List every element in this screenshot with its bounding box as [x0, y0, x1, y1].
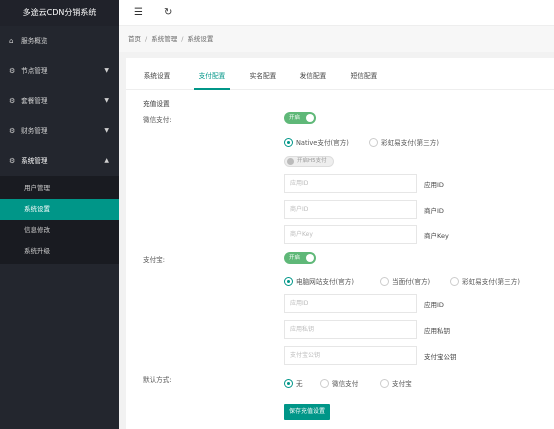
wechat-pay-switch[interactable]: 开启: [284, 112, 316, 124]
radio-label: 彩虹易支付(第三方): [462, 278, 520, 286]
default-option-alipay[interactable]: 支付宝: [380, 378, 412, 388]
brand-title: 多途云CDN分销系统: [0, 0, 119, 26]
wechat-merchant-id-label: 商户ID: [424, 207, 444, 215]
wechat-merchant-id-input[interactable]: 商户ID: [284, 200, 417, 219]
settings-card: 系统设置 支付配置 实名配置 发信配置 短信配置 充值设置 微信支付: 开启 N…: [126, 58, 554, 429]
radio-label: Native支付(官方): [296, 139, 349, 147]
sidebar-subitem-profile[interactable]: 信息修改: [0, 220, 119, 241]
alipay-switch[interactable]: 开启: [284, 252, 316, 264]
breadcrumb: 首页 / 系统管理 / 系统设置: [119, 26, 554, 52]
tab-mail-config[interactable]: 发信配置: [295, 58, 331, 90]
gear-icon: ⚙: [9, 67, 16, 75]
switch-label: 开启: [289, 255, 301, 261]
alipay-public-key-input[interactable]: 支付宝公钥: [284, 346, 417, 365]
wechat-app-id-label: 应用ID: [424, 181, 444, 189]
wechat-h5-switch[interactable]: 开启H5支付: [284, 156, 334, 167]
alipay-public-key-label: 支付宝公钥: [424, 353, 457, 361]
tab-payment-config[interactable]: 支付配置: [194, 58, 230, 90]
sidebar-subitem-upgrade[interactable]: 系统升级: [0, 241, 119, 262]
alipay-option-website[interactable]: 电脑网站支付(官方): [284, 276, 354, 286]
default-method-label: 默认方式:: [143, 376, 172, 384]
alipay-option-rainbow[interactable]: 彩虹易支付(第三方): [450, 276, 520, 286]
radio-label: 无: [296, 380, 303, 388]
tab-sms-config[interactable]: 短信配置: [346, 58, 382, 90]
sidebar-subitem-users[interactable]: 用户管理: [0, 178, 119, 199]
tab-bar: 系统设置 支付配置 实名配置 发信配置 短信配置: [126, 58, 554, 90]
save-payment-settings-button[interactable]: 保存充值设置: [284, 404, 331, 420]
alipay-private-key-input[interactable]: 应用私钥: [284, 320, 417, 339]
switch-label: 开启: [289, 115, 301, 121]
sidebar-submenu: 用户管理 系统设置 信息修改 系统升级: [0, 176, 119, 264]
gear-icon: ⚙: [9, 97, 16, 105]
gear-icon: ⚙: [9, 157, 16, 165]
section-title: 充值设置: [143, 100, 170, 108]
sidebar-item-label: 节点管理: [21, 67, 48, 75]
tab-system-settings[interactable]: 系统设置: [139, 58, 175, 90]
sidebar-item-system[interactable]: ⚙ 系统管理 ▲: [0, 146, 119, 176]
switch-label: 开启H5支付: [297, 158, 327, 164]
menu-toggle-icon[interactable]: ☰: [134, 0, 143, 26]
wechat-merchant-key-label: 商户Key: [424, 232, 449, 240]
radio-label: 支付宝: [392, 380, 412, 388]
default-option-none[interactable]: 无: [284, 378, 303, 388]
sidebar-item-packages[interactable]: ⚙ 套餐管理 ▼: [0, 86, 119, 116]
top-header: ☰ ↻: [119, 0, 554, 26]
wechat-merchant-key-input[interactable]: 商户Key: [284, 225, 417, 244]
radio-label: 电脑网站支付(官方): [296, 278, 354, 286]
sidebar-item-finance[interactable]: ⚙ 财务管理 ▼: [0, 116, 119, 146]
sidebar-item-overview[interactable]: ⌂ 服务概览: [0, 26, 119, 56]
wechat-option-native[interactable]: Native支付(官方): [284, 137, 349, 147]
sidebar-subitem-settings[interactable]: 系统设置: [0, 199, 119, 220]
radio-label: 微信支付: [332, 380, 359, 388]
chevron-down-icon: ▼: [104, 127, 109, 134]
home-icon: ⌂: [9, 37, 14, 45]
sidebar-item-nodes[interactable]: ⚙ 节点管理 ▼: [0, 56, 119, 86]
chevron-down-icon: ▼: [104, 67, 109, 74]
tab-realname-config[interactable]: 实名配置: [245, 58, 281, 90]
breadcrumb-home[interactable]: 首页: [128, 35, 141, 43]
sidebar: 多途云CDN分销系统 ⌂ 服务概览 ⚙ 节点管理 ▼ ⚙ 套餐管理 ▼ ⚙ 财务…: [0, 0, 119, 429]
alipay-app-id-input[interactable]: 应用ID: [284, 294, 417, 313]
sidebar-item-label: 服务概览: [21, 37, 48, 45]
breadcrumb-system[interactable]: 系统管理: [151, 35, 177, 43]
radio-label: 彩虹易支付(第三方): [381, 139, 439, 147]
sidebar-item-label: 套餐管理: [21, 97, 48, 105]
alipay-app-id-label: 应用ID: [424, 301, 444, 309]
refresh-icon[interactable]: ↻: [164, 0, 172, 26]
breadcrumb-settings: 系统设置: [187, 35, 214, 43]
sidebar-item-label: 财务管理: [21, 127, 48, 135]
gear-icon: ⚙: [9, 127, 16, 135]
wechat-pay-label: 微信支付:: [143, 116, 172, 124]
wechat-option-rainbow[interactable]: 彩虹易支付(第三方): [369, 137, 439, 147]
default-option-wechat[interactable]: 微信支付: [320, 378, 358, 388]
chevron-up-icon: ▲: [104, 157, 109, 164]
chevron-down-icon: ▼: [104, 97, 109, 104]
radio-label: 当面付(官方): [392, 278, 431, 286]
wechat-app-id-input[interactable]: 应用ID: [284, 174, 417, 193]
alipay-label: 支付宝:: [143, 256, 166, 264]
alipay-private-key-label: 应用私钥: [424, 327, 450, 335]
alipay-option-f2f[interactable]: 当面付(官方): [380, 276, 430, 286]
sidebar-item-label: 系统管理: [21, 157, 48, 165]
